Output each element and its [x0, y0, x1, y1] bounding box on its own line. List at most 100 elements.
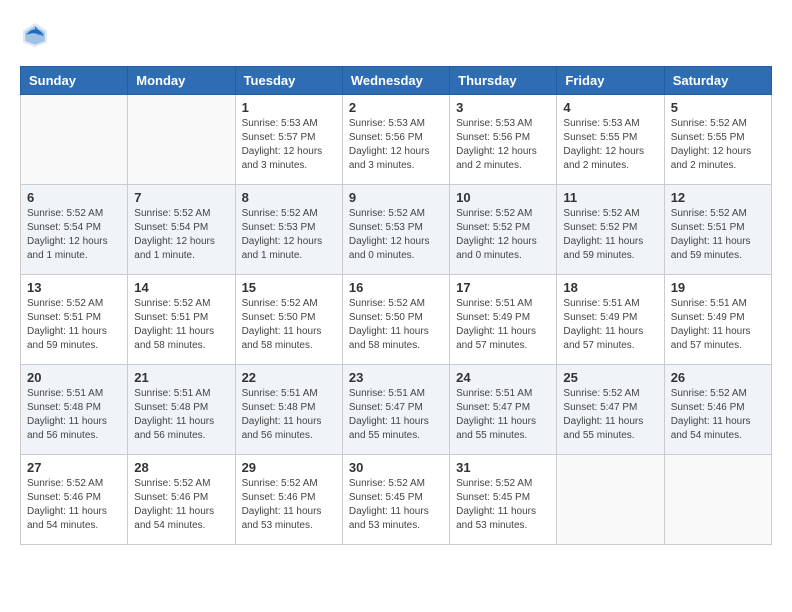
day-info: Sunrise: 5:52 AM Sunset: 5:50 PM Dayligh…: [242, 297, 336, 353]
day-info: Sunrise: 5:52 AM Sunset: 5:50 PM Dayligh…: [349, 297, 443, 353]
calendar-cell: 10Sunrise: 5:52 AM Sunset: 5:52 PM Dayli…: [450, 185, 557, 275]
day-info: Sunrise: 5:52 AM Sunset: 5:53 PM Dayligh…: [349, 207, 443, 263]
calendar-cell: 8 Sunrise: 5:52 AM Sunset: 5:53 PM Daylig…: [235, 185, 342, 275]
day-info: Sunrise: 5:51 AM Sunset: 5:49 PM Dayligh…: [456, 297, 550, 353]
weekday-header: Tuesday: [235, 67, 342, 95]
day-info: Sunrise: 5:51 AM Sunset: 5:49 PM Dayligh…: [563, 297, 657, 353]
day-info: Sunrise: 5:53 AM Sunset: 5:56 PM Dayligh…: [349, 117, 443, 173]
day-info: Sunrise: 5:52 AM Sunset: 5:52 PM Dayligh…: [563, 207, 657, 263]
day-info: Sunrise: 5:52 AM Sunset: 5:53 PM Dayligh…: [242, 207, 336, 263]
weekday-header: Monday: [128, 67, 235, 95]
calendar-cell: 22 Sunrise: 5:51 AM Sunset: 5:48 PM Dayli…: [235, 365, 342, 455]
day-number: 4: [563, 100, 657, 115]
day-info: Sunrise: 5:52 AM Sunset: 5:46 PM Dayligh…: [27, 477, 121, 533]
day-info: Sunrise: 5:52 AM Sunset: 5:51 PM Dayligh…: [27, 297, 121, 353]
day-number: 8: [242, 190, 336, 205]
calendar-table: SundayMondayTuesdayWednesdayThursdayFrid…: [20, 66, 772, 545]
logo-icon: [20, 20, 50, 50]
day-info: Sunrise: 5:51 AM Sunset: 5:47 PM Dayligh…: [349, 387, 443, 443]
calendar-cell: 6 Sunrise: 5:52 AM Sunset: 5:54 PM Daylig…: [21, 185, 128, 275]
day-info: Sunrise: 5:51 AM Sunset: 5:48 PM Dayligh…: [242, 387, 336, 443]
calendar-week-row: 6 Sunrise: 5:52 AM Sunset: 5:54 PM Daylig…: [21, 185, 772, 275]
day-number: 29: [242, 460, 336, 475]
calendar-cell: 23 Sunrise: 5:51 AM Sunset: 5:47 PM Dayli…: [342, 365, 449, 455]
day-number: 20: [27, 370, 121, 385]
day-number: 21: [134, 370, 228, 385]
day-number: 18: [563, 280, 657, 295]
calendar-cell: 15Sunrise: 5:52 AM Sunset: 5:50 PM Dayli…: [235, 275, 342, 365]
calendar-cell: 27 Sunrise: 5:52 AM Sunset: 5:46 PM Dayli…: [21, 455, 128, 545]
calendar-cell: 28 Sunrise: 5:52 AM Sunset: 5:46 PM Dayli…: [128, 455, 235, 545]
calendar-cell: 14Sunrise: 5:52 AM Sunset: 5:51 PM Dayli…: [128, 275, 235, 365]
day-number: 6: [27, 190, 121, 205]
calendar-cell: 1 Sunrise: 5:53 AM Sunset: 5:57 PM Daylig…: [235, 95, 342, 185]
calendar-cell: 26Sunrise: 5:52 AM Sunset: 5:46 PM Dayli…: [664, 365, 771, 455]
calendar-cell: 29 Sunrise: 5:52 AM Sunset: 5:46 PM Dayli…: [235, 455, 342, 545]
day-number: 14: [134, 280, 228, 295]
day-info: Sunrise: 5:51 AM Sunset: 5:49 PM Dayligh…: [671, 297, 765, 353]
calendar-cell: [557, 455, 664, 545]
day-info: Sunrise: 5:52 AM Sunset: 5:45 PM Dayligh…: [349, 477, 443, 533]
day-info: Sunrise: 5:52 AM Sunset: 5:45 PM Dayligh…: [456, 477, 550, 533]
calendar-week-row: 1 Sunrise: 5:53 AM Sunset: 5:57 PM Daylig…: [21, 95, 772, 185]
calendar-cell: 2 Sunrise: 5:53 AM Sunset: 5:56 PM Daylig…: [342, 95, 449, 185]
day-info: Sunrise: 5:52 AM Sunset: 5:55 PM Dayligh…: [671, 117, 765, 173]
calendar-cell: 9 Sunrise: 5:52 AM Sunset: 5:53 PM Daylig…: [342, 185, 449, 275]
day-number: 11: [563, 190, 657, 205]
calendar-cell: 13Sunrise: 5:52 AM Sunset: 5:51 PM Dayli…: [21, 275, 128, 365]
day-info: Sunrise: 5:51 AM Sunset: 5:48 PM Dayligh…: [27, 387, 121, 443]
day-number: 22: [242, 370, 336, 385]
calendar-cell: 18 Sunrise: 5:51 AM Sunset: 5:49 PM Dayli…: [557, 275, 664, 365]
calendar-cell: 25Sunrise: 5:52 AM Sunset: 5:47 PM Dayli…: [557, 365, 664, 455]
day-number: 12: [671, 190, 765, 205]
day-info: Sunrise: 5:52 AM Sunset: 5:47 PM Dayligh…: [563, 387, 657, 443]
calendar-week-row: 20 Sunrise: 5:51 AM Sunset: 5:48 PM Dayli…: [21, 365, 772, 455]
day-number: 28: [134, 460, 228, 475]
calendar-header-row: SundayMondayTuesdayWednesdayThursdayFrid…: [21, 67, 772, 95]
day-info: Sunrise: 5:52 AM Sunset: 5:46 PM Dayligh…: [134, 477, 228, 533]
day-info: Sunrise: 5:53 AM Sunset: 5:57 PM Dayligh…: [242, 117, 336, 173]
calendar-cell: 31 Sunrise: 5:52 AM Sunset: 5:45 PM Dayli…: [450, 455, 557, 545]
logo: [20, 20, 54, 50]
day-info: Sunrise: 5:51 AM Sunset: 5:47 PM Dayligh…: [456, 387, 550, 443]
day-number: 7: [134, 190, 228, 205]
calendar-week-row: 27 Sunrise: 5:52 AM Sunset: 5:46 PM Dayli…: [21, 455, 772, 545]
weekday-header: Thursday: [450, 67, 557, 95]
day-number: 1: [242, 100, 336, 115]
calendar-cell: 30 Sunrise: 5:52 AM Sunset: 5:45 PM Dayli…: [342, 455, 449, 545]
day-number: 30: [349, 460, 443, 475]
calendar-cell: 11 Sunrise: 5:52 AM Sunset: 5:52 PM Dayli…: [557, 185, 664, 275]
day-number: 27: [27, 460, 121, 475]
calendar-cell: [21, 95, 128, 185]
weekday-header: Saturday: [664, 67, 771, 95]
day-number: 3: [456, 100, 550, 115]
weekday-header: Sunday: [21, 67, 128, 95]
calendar-cell: [664, 455, 771, 545]
day-number: 17: [456, 280, 550, 295]
weekday-header: Wednesday: [342, 67, 449, 95]
day-number: 9: [349, 190, 443, 205]
calendar-cell: 19 Sunrise: 5:51 AM Sunset: 5:49 PM Dayli…: [664, 275, 771, 365]
day-number: 16: [349, 280, 443, 295]
day-number: 31: [456, 460, 550, 475]
day-info: Sunrise: 5:52 AM Sunset: 5:46 PM Dayligh…: [242, 477, 336, 533]
day-number: 10: [456, 190, 550, 205]
day-number: 23: [349, 370, 443, 385]
day-number: 19: [671, 280, 765, 295]
calendar-cell: 4 Sunrise: 5:53 AM Sunset: 5:55 PM Daylig…: [557, 95, 664, 185]
calendar-cell: 12 Sunrise: 5:52 AM Sunset: 5:51 PM Dayli…: [664, 185, 771, 275]
calendar-cell: 16 Sunrise: 5:52 AM Sunset: 5:50 PM Dayli…: [342, 275, 449, 365]
day-info: Sunrise: 5:53 AM Sunset: 5:55 PM Dayligh…: [563, 117, 657, 173]
weekday-header: Friday: [557, 67, 664, 95]
calendar-cell: 5Sunrise: 5:52 AM Sunset: 5:55 PM Daylig…: [664, 95, 771, 185]
day-info: Sunrise: 5:52 AM Sunset: 5:51 PM Dayligh…: [671, 207, 765, 263]
calendar-cell: [128, 95, 235, 185]
calendar-cell: 3Sunrise: 5:53 AM Sunset: 5:56 PM Daylig…: [450, 95, 557, 185]
calendar-cell: 20 Sunrise: 5:51 AM Sunset: 5:48 PM Dayli…: [21, 365, 128, 455]
day-number: 2: [349, 100, 443, 115]
day-info: Sunrise: 5:52 AM Sunset: 5:54 PM Dayligh…: [27, 207, 121, 263]
calendar-cell: 21Sunrise: 5:51 AM Sunset: 5:48 PM Dayli…: [128, 365, 235, 455]
calendar-cell: 7Sunrise: 5:52 AM Sunset: 5:54 PM Daylig…: [128, 185, 235, 275]
calendar-cell: 17 Sunrise: 5:51 AM Sunset: 5:49 PM Dayli…: [450, 275, 557, 365]
day-info: Sunrise: 5:52 AM Sunset: 5:46 PM Dayligh…: [671, 387, 765, 443]
